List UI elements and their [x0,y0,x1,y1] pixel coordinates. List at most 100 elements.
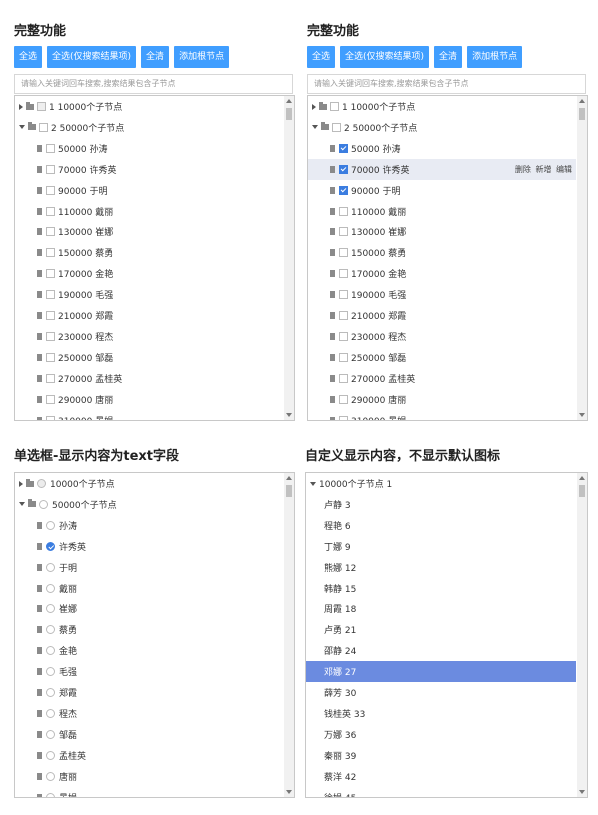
clear-all-button[interactable]: 全清 [141,46,170,68]
caret-right-icon[interactable] [19,480,23,487]
tree-node[interactable]: 70000 许秀英 [15,159,283,180]
checkbox[interactable] [332,122,341,132]
tree-node[interactable]: 卢静 3 [306,494,576,515]
caret-down-icon[interactable] [310,481,316,486]
checkbox[interactable] [46,269,55,279]
tree-node[interactable]: 秦丽 39 [306,745,576,766]
checkbox[interactable] [339,248,348,258]
tree-node[interactable]: 110000 戴丽 [15,201,283,222]
tree-node[interactable]: 崔娜 [15,598,283,619]
tree-node-parent[interactable]: 2 50000个子节点 [15,117,283,138]
tree-node[interactable]: 270000 孟桂英 [15,368,283,389]
search-input[interactable]: 请输入关键词回车搜索,搜索结果包含子节点 [307,74,586,94]
checkbox[interactable] [339,269,348,279]
checkbox[interactable] [339,331,348,341]
tree-node[interactable]: 250000 邹磊 [15,347,283,368]
radio-button[interactable] [46,520,55,530]
radio-button[interactable] [46,562,55,572]
tree-node[interactable]: 孟桂英 [15,745,283,766]
tree-node-parent[interactable]: 2 50000个子节点 [308,117,576,138]
add-root-node-button[interactable]: 添加根节点 [174,46,230,68]
scroll-down-icon[interactable] [579,790,585,794]
scroll-up-icon[interactable] [579,476,585,480]
tree-node[interactable]: 韩静 15 [306,578,576,599]
scroll-up-icon[interactable] [286,476,292,480]
tree-node[interactable]: 90000 于明 [15,180,283,201]
tree-node[interactable]: 230000 程杰 [15,326,283,347]
tree-node[interactable]: 景娟 [15,787,283,797]
tree-node[interactable]: 孙涛 [15,515,283,536]
tree-node[interactable]: 310000 景娟 [308,410,576,420]
select-all-search-results-button[interactable]: 全选(仅搜索结果项) [47,46,137,68]
caret-right-icon[interactable] [19,103,23,110]
radio-button[interactable] [37,479,46,488]
radio-button[interactable] [46,646,55,656]
tree-node[interactable]: 万娜 36 [306,724,576,745]
checkbox[interactable] [339,415,348,420]
tree-node[interactable]: 邵静 24 [306,640,576,661]
search-input[interactable]: 请输入关键词回车搜索,搜索结果包含子节点 [14,74,293,94]
scroll-thumb[interactable] [579,108,585,120]
tree-node[interactable]: 程杰 [15,703,283,724]
tree-node[interactable]: 钱桂英 33 [306,703,576,724]
tree-node[interactable]: 250000 邹磊 [308,347,576,368]
tree-node[interactable]: 熊娜 12 [306,557,576,578]
checkbox[interactable] [46,415,55,420]
tree-view[interactable]: 1 10000个子节点 2 50000个子节点 50000 孙涛 70000 许秀英 9… [14,95,295,421]
checkbox[interactable] [46,248,55,258]
tree-node[interactable]: 许秀英 [15,536,283,557]
radio-button[interactable] [46,604,55,614]
select-all-search-results-button[interactable]: 全选(仅搜索结果项) [340,46,430,68]
tree-node[interactable]: 310000 景娟 [15,410,283,420]
tree-node-parent[interactable]: 1 10000个子节点 [15,96,283,117]
tree-node[interactable]: 邓娜 27 [306,661,576,683]
checkbox[interactable] [339,311,348,320]
tree-node-parent[interactable]: 1 10000个子节点 [308,96,576,117]
checkbox[interactable] [339,185,348,195]
tree-node[interactable]: 170000 金艳 [308,263,576,284]
vertical-scrollbar[interactable] [577,96,587,420]
vertical-scrollbar[interactable] [284,473,294,797]
tree-node[interactable]: 毛强 [15,661,283,682]
tree-node-parent[interactable]: 10000个子节点 1 [306,473,576,494]
select-all-button[interactable]: 全选 [14,46,43,68]
radio-button[interactable] [39,499,48,509]
checkbox[interactable] [46,206,55,216]
tree-node[interactable]: 210000 郑霞 [308,305,576,326]
tree-node-parent[interactable]: 10000个子节点 [15,473,283,494]
radio-button[interactable] [46,667,55,677]
checkbox[interactable] [46,290,55,300]
scroll-down-icon[interactable] [286,413,292,417]
tree-node[interactable]: 170000 金艳 [15,263,283,284]
caret-right-icon[interactable] [312,103,316,110]
tree-node[interactable]: 程艳 6 [306,515,576,536]
radio-button[interactable] [46,583,55,593]
tree-node[interactable]: 50000 孙涛 [15,138,283,159]
scroll-down-icon[interactable] [286,790,292,794]
tree-node[interactable]: 卢勇 21 [306,619,576,640]
caret-down-icon[interactable] [312,125,318,130]
checkbox[interactable] [46,227,55,237]
tree-node[interactable]: 190000 毛强 [308,284,576,305]
tree-node[interactable]: 50000 孙涛 [308,138,576,159]
radio-button[interactable] [46,541,55,551]
caret-down-icon[interactable] [19,502,25,507]
tree-node[interactable]: 徐娟 45 [306,787,576,798]
tree-node[interactable]: 110000 戴丽 [308,201,576,222]
checkbox[interactable] [46,352,55,362]
checkbox[interactable] [46,164,55,174]
checkbox[interactable] [46,311,55,320]
tree-node[interactable]: 290000 唐丽 [15,389,283,410]
tree-node[interactable]: 戴丽 [15,578,283,599]
scroll-up-icon[interactable] [286,99,292,103]
tree-node[interactable]: 230000 程杰 [308,326,576,347]
radio-button[interactable] [46,771,55,781]
tree-node[interactable]: 130000 崔娜 [15,221,283,242]
tree-node[interactable]: 90000 于明 [308,180,576,201]
tree-view[interactable]: 10000个子节点 1 卢静 3 程艳 6 丁娜 9 熊娜 12 韩静 15 周霞 18 卢勇… [305,472,588,798]
checkbox[interactable] [39,122,48,132]
radio-button[interactable] [46,625,55,635]
checkbox[interactable] [46,394,55,404]
tree-node[interactable]: 蔡勇 [15,619,283,640]
tree-node[interactable]: 270000 孟桂英 [308,368,576,389]
